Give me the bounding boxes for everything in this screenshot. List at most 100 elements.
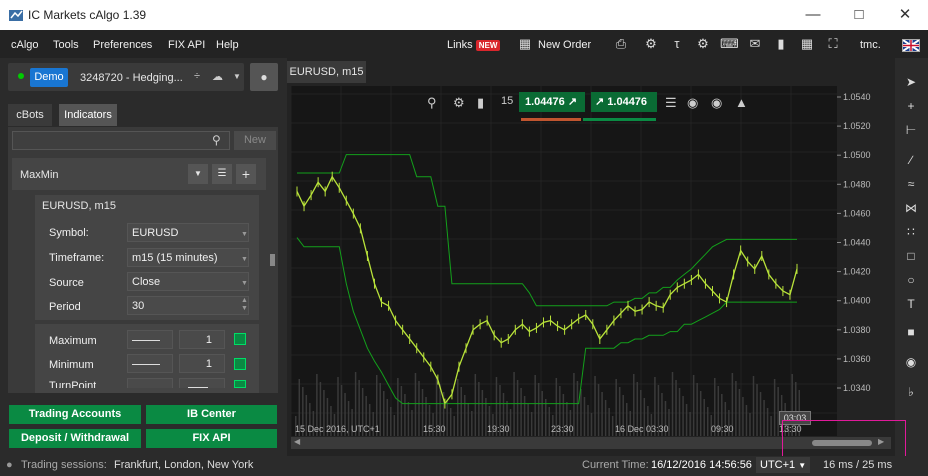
chart-settings-icon[interactable]: ⚙: [453, 95, 465, 111]
minimize-button[interactable]: —: [790, 0, 836, 30]
bell-icon[interactable]: ♭: [903, 385, 919, 401]
spinner-icon[interactable]: ▲ ▼: [241, 297, 248, 313]
new-order-icon[interactable]: ▦: [516, 36, 534, 52]
ib-center-button[interactable]: IB Center: [146, 405, 277, 424]
bar-chart-icon[interactable]: ▮: [772, 36, 790, 52]
chart-settings-icon[interactable]: ⚙: [694, 36, 712, 52]
person-icon[interactable]: ▲: [735, 95, 748, 110]
uk-flag-icon[interactable]: [902, 39, 920, 52]
new-button[interactable]: New: [234, 131, 276, 150]
keyboard-icon[interactable]: ⌨: [720, 36, 739, 52]
fibonacci-icon[interactable]: ≈: [903, 177, 919, 193]
symbol-value: EURUSD: [132, 227, 179, 239]
trend-line-icon[interactable]: ∕: [903, 153, 919, 169]
new-badge: NEW: [475, 40, 501, 51]
price-chart[interactable]: [291, 86, 837, 436]
menu-help[interactable]: Help: [216, 39, 239, 51]
chevron-down-icon: ▼: [241, 231, 248, 238]
cursor-icon[interactable]: ➤: [903, 75, 919, 91]
line-style-select[interactable]: [127, 354, 173, 373]
tab-eurusd-m15[interactable]: EURUSD, m15: [287, 61, 366, 83]
line-width-select[interactable]: 1: [179, 354, 225, 373]
list-icon[interactable]: ☰: [665, 95, 677, 111]
alerts-icon[interactable]: ✉: [746, 36, 764, 52]
text-icon[interactable]: T: [903, 297, 919, 313]
line-style-select[interactable]: [127, 330, 173, 349]
add-instance-icon[interactable]: +: [236, 164, 256, 184]
tab-cbots[interactable]: cBots: [8, 104, 52, 126]
fix-api-button[interactable]: FIX API: [146, 429, 277, 448]
calculator-icon[interactable]: ⎙: [612, 36, 630, 52]
symbol-select[interactable]: EURUSD: [127, 223, 249, 242]
buy-button[interactable]: ↗ 1.04476: [591, 92, 657, 112]
candles-icon[interactable]: ▮: [477, 95, 484, 111]
maximize-button[interactable]: □: [836, 0, 882, 30]
ask-price: 1.04476: [607, 96, 648, 108]
facebook-icon[interactable]: ◉: [687, 95, 698, 111]
indicator-dropdown-icon[interactable]: ▼: [188, 164, 208, 184]
scroll-left-icon[interactable]: ◀: [294, 437, 300, 446]
menu-tools[interactable]: Tools: [53, 39, 79, 51]
scrollbar-thumb[interactable]: [270, 254, 275, 266]
current-time-label: Current Time:: [582, 459, 649, 471]
period-value: 30: [132, 300, 145, 312]
menu-preferences[interactable]: Preferences: [93, 39, 152, 51]
line-width-select[interactable]: 3: [179, 378, 225, 388]
account-profile-icon[interactable]: ●: [250, 63, 278, 91]
price-tick-label: 1.0460: [843, 208, 871, 218]
timeframe-icon[interactable]: 15: [501, 95, 513, 107]
user-name[interactable]: tmc.: [860, 39, 881, 51]
close-button[interactable]: ✕: [882, 0, 928, 30]
trading-accounts-button[interactable]: Trading Accounts: [9, 405, 141, 424]
fullscreen-icon[interactable]: ⛶: [824, 36, 842, 52]
chevron-down-icon[interactable]: ▼: [233, 72, 241, 81]
source-value: Close: [132, 276, 161, 288]
pitchfork-icon[interactable]: ⋈: [903, 201, 919, 217]
time-tick-label: 15:30: [423, 424, 446, 434]
price-tick-label: 1.0520: [843, 121, 871, 131]
app-logo-icon: [8, 7, 24, 23]
color-swatch[interactable]: [234, 358, 246, 370]
color-picker-icon[interactable]: ■: [903, 325, 919, 341]
deposit-withdrawal-button[interactable]: Deposit / Withdrawal: [9, 429, 141, 448]
period-input[interactable]: 30: [127, 296, 249, 315]
sessions-label: Trading sessions:: [21, 459, 107, 471]
zoom-icon[interactable]: ⚲: [427, 95, 437, 111]
menu-fix-api[interactable]: FIX API: [168, 39, 205, 51]
indicator-list-icon[interactable]: ☰: [212, 164, 232, 184]
price-tick-label: 1.0400: [843, 296, 871, 306]
menu-calgo[interactable]: cAlgo: [11, 39, 39, 51]
timezone-select[interactable]: UTC+1 ▼: [756, 457, 810, 473]
output-maximum-label: Maximum: [49, 335, 97, 347]
chevron-down-icon: ▼: [241, 256, 248, 263]
links-button[interactable]: Links NEW: [447, 39, 501, 51]
color-swatch[interactable]: [234, 333, 246, 345]
camera-icon[interactable]: ◉: [903, 355, 919, 371]
time-axis: 15 Dec 2016, UTC+1 15:30 19:30 23:30 16 Dec …: [295, 424, 802, 434]
new-order-button[interactable]: New Order: [538, 39, 591, 51]
panel-scrollbar[interactable]: [268, 155, 276, 390]
sell-button[interactable]: 1.04476 ↗: [519, 92, 585, 112]
ellipse-icon[interactable]: ○: [903, 273, 919, 289]
price-tick-label: 1.0540: [843, 92, 871, 102]
source-select[interactable]: Close: [127, 272, 249, 291]
buy-volume-bar: [583, 118, 656, 121]
tab-indicators[interactable]: Indicators: [59, 104, 117, 126]
timeframe-select[interactable]: m15 (15 minutes): [127, 248, 249, 267]
color-swatch[interactable]: [234, 380, 246, 388]
crosshair-icon[interactable]: +: [903, 99, 919, 115]
settings-chart-icon[interactable]: ⚙: [642, 36, 660, 52]
search-input[interactable]: [12, 131, 230, 150]
text-tool-icon[interactable]: τ: [668, 36, 686, 52]
channel-icon[interactable]: ∷: [903, 225, 919, 241]
search-icon[interactable]: ⚲: [212, 133, 221, 147]
horizontal-line-icon[interactable]: ⊢: [903, 123, 919, 139]
line-width-select[interactable]: 1: [179, 330, 225, 349]
rectangle-icon[interactable]: □: [903, 249, 919, 265]
layout-icon[interactable]: ▦: [798, 36, 816, 52]
line-style-select[interactable]: [127, 378, 173, 388]
time-tick-label: 19:30: [487, 424, 510, 434]
sell-volume-bar: [521, 118, 581, 121]
indicator-name: MaxMin: [20, 169, 59, 181]
share-icon[interactable]: ◉: [711, 95, 722, 111]
